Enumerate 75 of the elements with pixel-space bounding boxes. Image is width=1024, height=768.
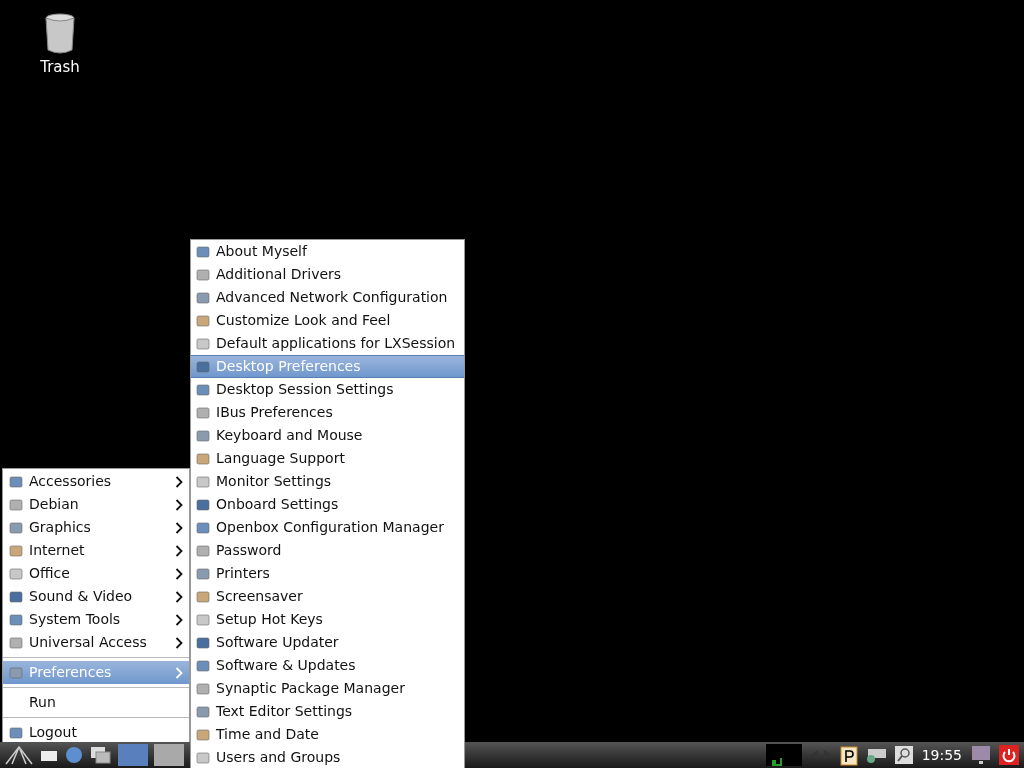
app-icon — [196, 382, 210, 397]
app-icon — [9, 474, 23, 489]
magnifier-icon[interactable] — [893, 745, 914, 765]
app-icon — [9, 589, 23, 604]
menu-item[interactable]: Customize Look and Feel — [191, 309, 464, 332]
app-icon — [196, 267, 210, 282]
windows-icon[interactable] — [90, 746, 112, 764]
app-icon — [9, 635, 23, 650]
menu-launcher-icon[interactable] — [4, 744, 34, 766]
menu-item[interactable]: Software & Updates — [191, 654, 464, 677]
folder-icon[interactable] — [40, 748, 58, 762]
menu-item[interactable]: Internet — [3, 539, 189, 562]
app-icon — [9, 543, 23, 558]
app-icon — [196, 543, 210, 558]
menu-item[interactable]: IBus Preferences — [191, 401, 464, 424]
app-icon — [196, 474, 210, 489]
app-icon — [9, 520, 23, 535]
menu-item[interactable]: Text Editor Settings — [191, 700, 464, 723]
menu-item[interactable]: Advanced Network Configuration — [191, 286, 464, 309]
menu-item[interactable]: Keyboard and Mouse — [191, 424, 464, 447]
app-icon — [9, 665, 23, 680]
menu-item[interactable]: Run — [3, 691, 189, 714]
menu-item[interactable]: Universal Access — [3, 631, 189, 654]
menu-item[interactable]: Office — [3, 562, 189, 585]
menu-item[interactable]: Default applications for LXSession — [191, 332, 464, 355]
app-icon — [196, 727, 210, 742]
app-icon — [9, 725, 23, 740]
app-icon — [196, 451, 210, 466]
desktop-icon-label[interactable]: Trash — [40, 56, 80, 79]
menu-item[interactable]: Time and Date — [191, 723, 464, 746]
menu-item[interactable]: Desktop Session Settings — [191, 378, 464, 401]
menu-item[interactable]: Users and Groups — [191, 746, 464, 768]
menu-item[interactable]: Language Support — [191, 447, 464, 470]
app-icon — [196, 704, 210, 719]
menu-item[interactable]: Sound & Video — [3, 585, 189, 608]
menu-item[interactable]: Logout — [3, 721, 189, 744]
trash-can-icon[interactable] — [44, 12, 76, 54]
menu-item[interactable]: Accessories — [3, 470, 189, 493]
app-icon — [196, 566, 210, 581]
app-icon — [196, 681, 210, 696]
menu-item[interactable]: Additional Drivers — [191, 263, 464, 286]
app-icon — [196, 428, 210, 443]
app-icon — [196, 612, 210, 627]
menu-item[interactable]: Setup Hot Keys — [191, 608, 464, 631]
menu-item[interactable]: Screensaver — [191, 585, 464, 608]
app-icon — [196, 497, 210, 512]
menu-item[interactable]: Printers — [191, 562, 464, 585]
menu-item[interactable]: Openbox Configuration Manager — [191, 516, 464, 539]
app-icon — [196, 635, 210, 650]
cpu-monitor-graph — [765, 744, 802, 766]
menu-item[interactable]: Debian — [3, 493, 189, 516]
app-icon — [196, 313, 210, 328]
app-icon — [196, 290, 210, 305]
app-icon — [196, 589, 210, 604]
menu-item[interactable]: About Myself — [191, 240, 464, 263]
menu-item[interactable]: Software Updater — [191, 631, 464, 654]
menu-item[interactable]: Password — [191, 539, 464, 562]
app-icon — [196, 658, 210, 673]
app-icon — [9, 612, 23, 627]
menu-item[interactable]: Graphics — [3, 516, 189, 539]
menu-item[interactable]: Monitor Settings — [191, 470, 464, 493]
clipboard-icon[interactable] — [839, 744, 858, 766]
app-icon — [9, 497, 23, 512]
app-icon — [196, 336, 210, 351]
app-icon — [196, 244, 210, 259]
app-icon — [196, 359, 210, 374]
app-icon — [196, 750, 210, 765]
menu-item[interactable]: System Tools — [3, 608, 189, 631]
clock[interactable]: 19:55 — [919, 744, 964, 766]
menu-item[interactable]: Onboard Settings — [191, 493, 464, 516]
menu-item[interactable]: Synaptic Package Manager — [191, 677, 464, 700]
app-icon — [196, 405, 210, 420]
app-icon — [9, 566, 23, 581]
power-icon[interactable] — [998, 744, 1020, 766]
app-icon — [196, 520, 210, 535]
